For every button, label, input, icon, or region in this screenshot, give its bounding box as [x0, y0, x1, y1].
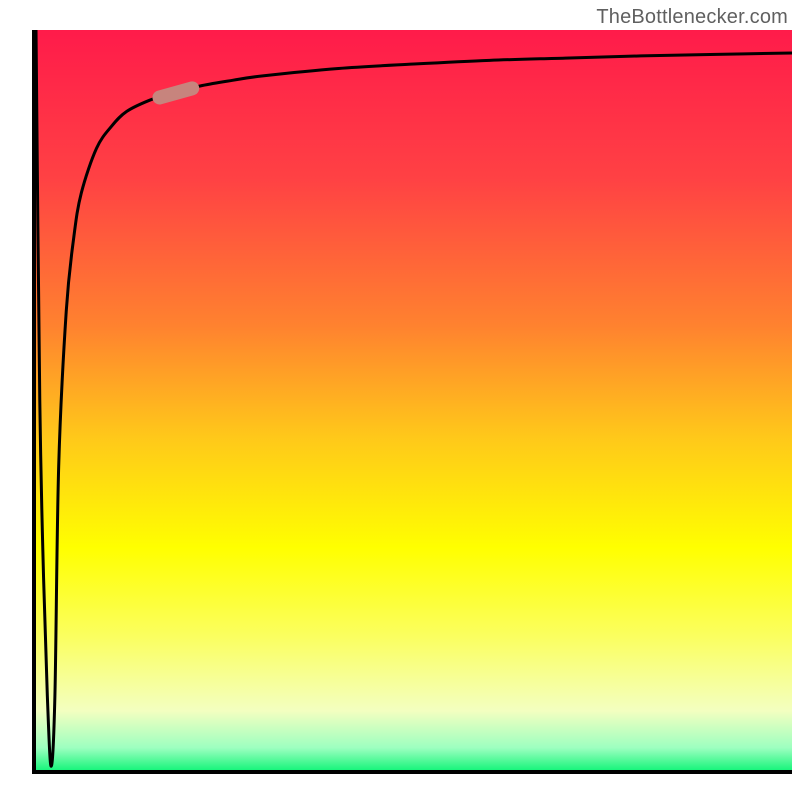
plot-background: [36, 30, 792, 770]
attribution-label: TheBottlenecker.com: [596, 6, 788, 29]
bottleneck-chart: [0, 0, 800, 800]
chart-container: TheBottlenecker.com: [0, 0, 800, 800]
